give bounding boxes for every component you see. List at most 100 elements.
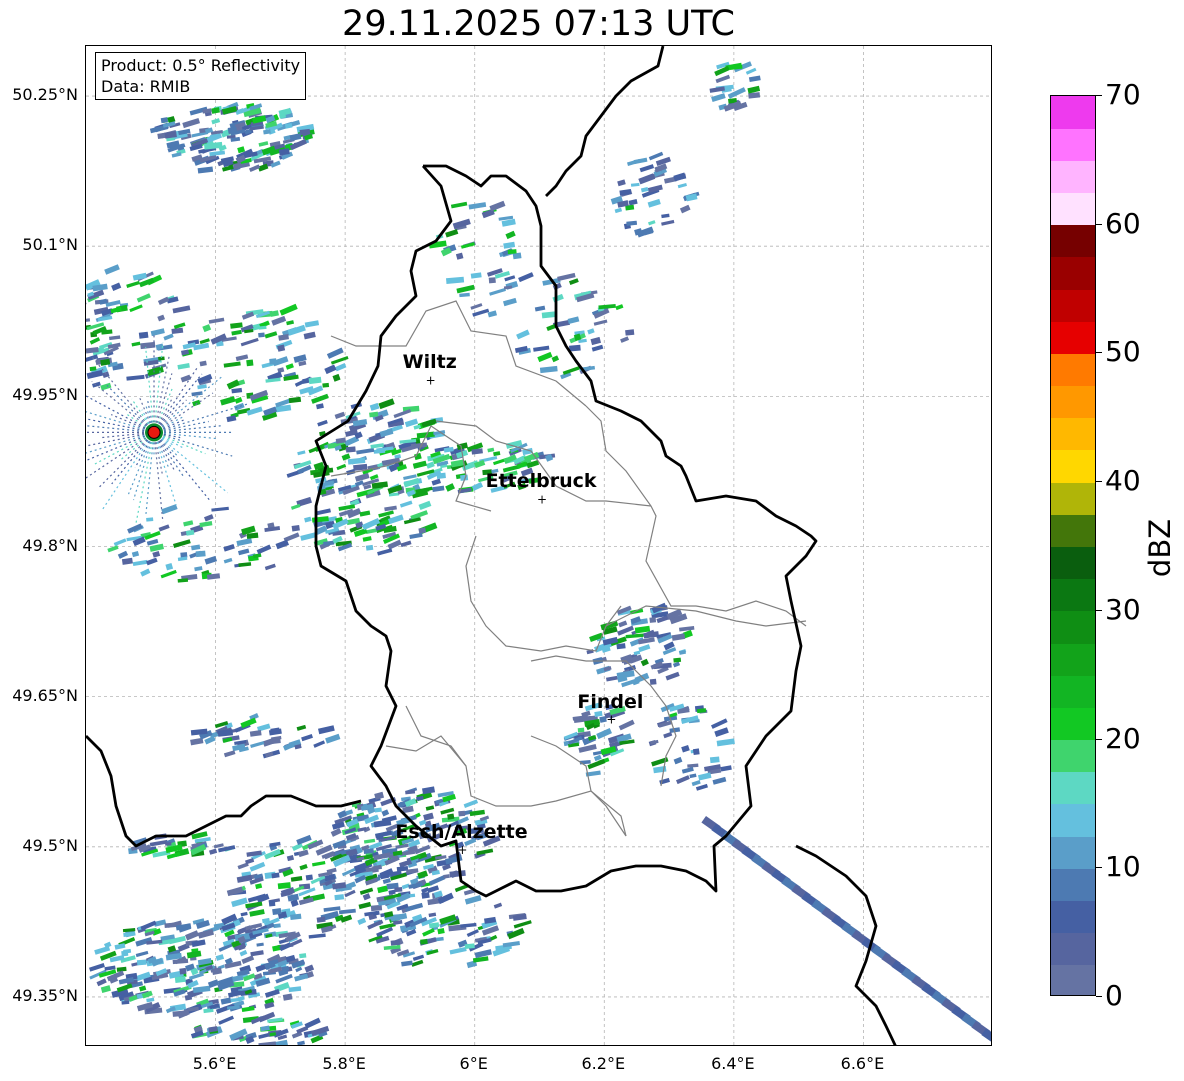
echo-cell bbox=[248, 164, 261, 172]
echo-cell bbox=[431, 478, 442, 486]
echo-cell bbox=[278, 334, 289, 341]
echo-cell bbox=[177, 1008, 190, 1019]
echo-cell bbox=[272, 907, 282, 916]
echo-cell bbox=[316, 403, 324, 410]
echo-cell bbox=[423, 812, 434, 821]
echo-cell bbox=[518, 272, 534, 283]
lat-tick-label: 49.8°N bbox=[22, 535, 78, 555]
lat-tick-label: 49.5°N bbox=[22, 835, 78, 855]
colorbar-swatch bbox=[1051, 578, 1095, 612]
echo-cell bbox=[165, 842, 172, 846]
echo-cell bbox=[264, 848, 281, 860]
colorbar-tick bbox=[1096, 996, 1102, 997]
echo-cell bbox=[411, 959, 424, 967]
city-label: Ettelbruck bbox=[485, 470, 597, 493]
echo-cell bbox=[264, 331, 278, 339]
echo-cell bbox=[471, 481, 484, 491]
echo-cell bbox=[86, 299, 87, 307]
echo-cell bbox=[628, 199, 638, 206]
echo-cell bbox=[177, 363, 190, 370]
echo-cell bbox=[615, 304, 624, 311]
echo-cell bbox=[474, 949, 492, 959]
echo-cell bbox=[286, 854, 295, 862]
echo-cell bbox=[298, 849, 309, 858]
echo-cell bbox=[209, 150, 226, 157]
clutter-ray bbox=[132, 432, 155, 501]
echo-cell bbox=[163, 333, 174, 341]
echo-cell bbox=[648, 151, 664, 161]
echo-cell bbox=[418, 500, 432, 511]
echo-cell bbox=[290, 876, 303, 882]
echo-cell bbox=[638, 644, 651, 653]
echo-cell bbox=[231, 329, 242, 336]
echo-cell bbox=[711, 93, 726, 102]
echo-cell bbox=[132, 559, 148, 567]
echo-streak-cell bbox=[991, 1036, 992, 1046]
echo-cell bbox=[272, 356, 289, 367]
echo-cell bbox=[322, 382, 330, 388]
echo-cell bbox=[213, 843, 224, 849]
echo-cell bbox=[513, 920, 532, 929]
echo-cell bbox=[426, 461, 435, 469]
echo-cell bbox=[275, 973, 293, 984]
echo-cell bbox=[516, 329, 530, 340]
echo-cell bbox=[241, 955, 255, 964]
echo-cell bbox=[136, 293, 151, 303]
echo-cell bbox=[617, 625, 634, 636]
echo-cell bbox=[593, 319, 608, 326]
echo-cell bbox=[489, 200, 506, 212]
echo-cell bbox=[199, 360, 207, 367]
echo-cell bbox=[466, 929, 479, 938]
echo-cell bbox=[488, 277, 496, 284]
echo-cell bbox=[378, 510, 394, 518]
echo-cell bbox=[633, 650, 641, 656]
lat-tick-label: 49.65°N bbox=[12, 685, 78, 705]
echo-cell bbox=[308, 933, 326, 939]
echo-cell bbox=[150, 328, 165, 337]
colorbar-tick bbox=[1096, 738, 1102, 740]
echo-cell bbox=[388, 514, 404, 525]
echo-cell bbox=[330, 828, 342, 837]
france-border-east bbox=[795, 844, 897, 1045]
echo-cell bbox=[209, 848, 218, 855]
echo-cell bbox=[587, 328, 595, 335]
echo-cell bbox=[182, 118, 201, 129]
colorbar-swatch bbox=[1051, 546, 1095, 580]
echo-cell bbox=[89, 337, 101, 345]
echo-cell bbox=[648, 220, 656, 226]
echo-cell bbox=[96, 978, 107, 987]
echo-cell bbox=[223, 557, 233, 564]
echo-cell bbox=[577, 727, 585, 733]
echo-cell bbox=[504, 275, 516, 282]
echo-cell bbox=[377, 885, 388, 894]
echo-cell bbox=[334, 894, 345, 901]
echo-cell bbox=[135, 950, 149, 958]
echo-cell bbox=[418, 527, 427, 534]
echo-cell bbox=[288, 396, 302, 404]
echo-cell bbox=[620, 336, 630, 343]
echo-cell bbox=[649, 678, 657, 685]
clutter-ray bbox=[153, 431, 229, 494]
echo-cell bbox=[643, 227, 654, 236]
echo-cell bbox=[194, 566, 203, 572]
echo-cell bbox=[138, 331, 149, 339]
echo-cell bbox=[131, 550, 140, 558]
colorbar-tick-label: 40 bbox=[1105, 464, 1141, 498]
echo-cell bbox=[459, 292, 470, 298]
echo-cell bbox=[625, 329, 635, 336]
echo-cell bbox=[239, 949, 248, 957]
echo-cell bbox=[362, 536, 372, 542]
echo-cell bbox=[626, 220, 638, 226]
echo-cell bbox=[347, 457, 366, 465]
radar-map[interactable]: + + + + bbox=[85, 45, 992, 1046]
echo-cell bbox=[689, 773, 697, 779]
echo-cell bbox=[277, 882, 291, 890]
clutter-ray bbox=[106, 384, 155, 433]
echo-cell bbox=[297, 1040, 305, 1045]
echo-cell bbox=[256, 942, 264, 947]
echo-cell bbox=[238, 562, 252, 567]
echo-cell bbox=[177, 556, 188, 562]
canton-line-mid bbox=[465, 535, 622, 652]
echo-cell bbox=[363, 838, 376, 844]
echo-cell bbox=[146, 517, 154, 522]
